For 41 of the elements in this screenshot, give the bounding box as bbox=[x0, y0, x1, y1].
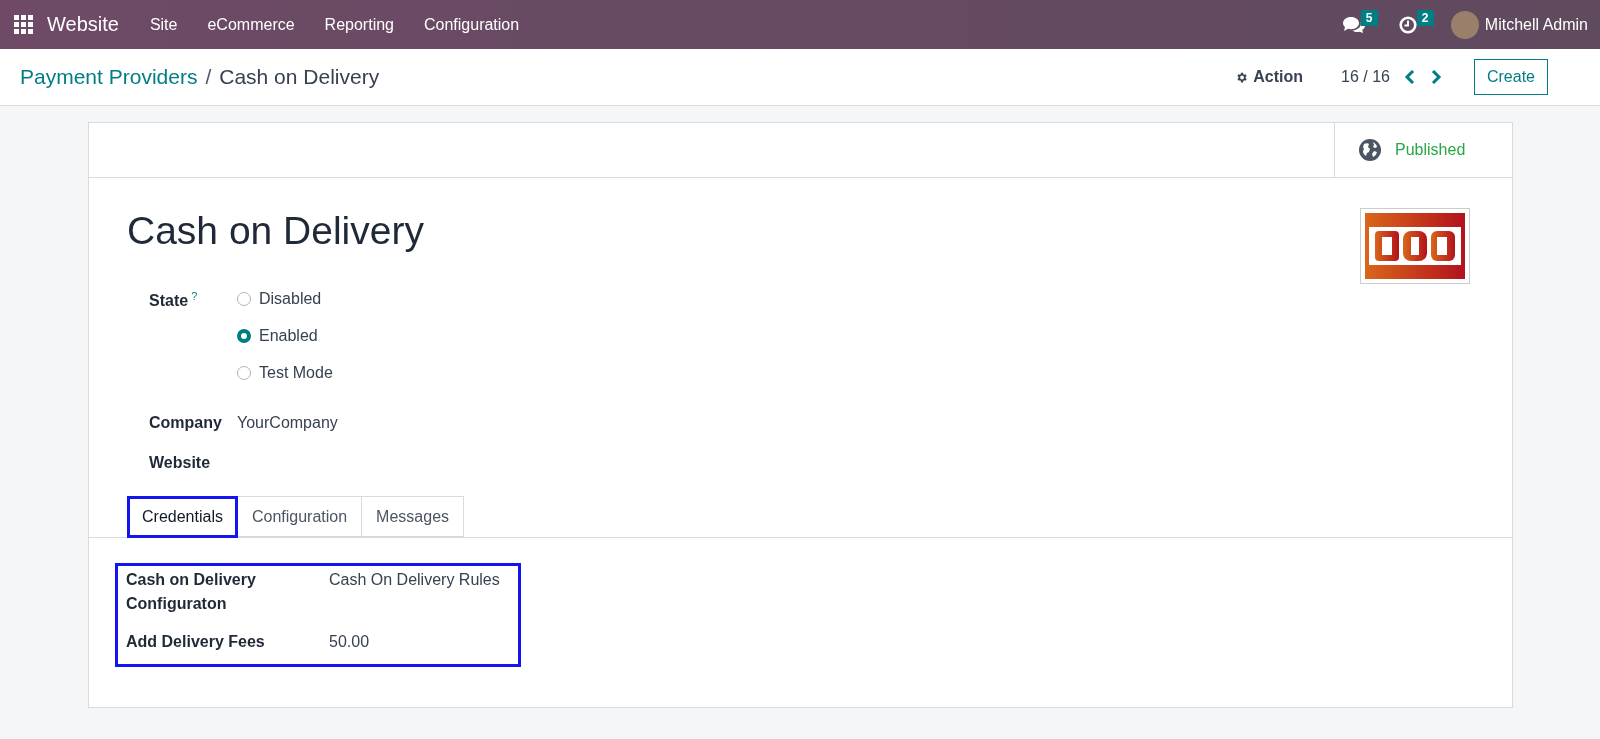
breadcrumb-current: Cash on Delivery bbox=[219, 65, 380, 89]
breadcrumb-link[interactable]: Payment Providers bbox=[20, 65, 198, 89]
radio-option[interactable]: Test Mode bbox=[237, 364, 1512, 382]
pager-value[interactable]: 16 / 16 bbox=[1341, 68, 1390, 86]
radio-option[interactable]: Disabled bbox=[237, 290, 1512, 308]
radio-button[interactable] bbox=[237, 292, 251, 306]
field-label: Website bbox=[149, 454, 212, 472]
tab[interactable]: Messages bbox=[362, 496, 465, 537]
menu-item[interactable]: eCommerce bbox=[207, 15, 295, 34]
field-label: State bbox=[149, 292, 189, 310]
apps-menu-icon[interactable] bbox=[14, 15, 33, 34]
field-value[interactable]: YourCompany bbox=[237, 414, 1512, 432]
app-name[interactable]: Website bbox=[47, 13, 119, 36]
menu-item[interactable]: Reporting bbox=[324, 15, 394, 34]
gear-icon bbox=[1235, 70, 1249, 84]
tab[interactable]: Credentials bbox=[127, 496, 238, 538]
chat-icon[interactable] bbox=[1342, 15, 1365, 34]
action-button[interactable]: Action bbox=[1235, 68, 1304, 86]
globe-icon bbox=[1359, 139, 1381, 161]
clock-icon[interactable] bbox=[1398, 15, 1417, 34]
user-name[interactable]: Mitchell Admin bbox=[1484, 15, 1588, 34]
radio-button[interactable] bbox=[237, 366, 251, 380]
help-tooltip-mark[interactable]: ? bbox=[191, 290, 198, 302]
menu-item[interactable]: Configuration bbox=[424, 15, 520, 34]
breadcrumb-separator: / bbox=[205, 65, 212, 89]
field-label: Add Delivery Fees bbox=[126, 632, 266, 652]
logo-image[interactable] bbox=[1360, 208, 1470, 284]
field-value[interactable]: Cash On Delivery Rules bbox=[329, 568, 510, 616]
activity-count-badge: 2 bbox=[1416, 9, 1434, 26]
field-label: Cash on Delivery Configuraton bbox=[126, 570, 257, 614]
tab[interactable]: Configuration bbox=[237, 496, 363, 537]
field-value[interactable]: 50.00 bbox=[329, 630, 510, 654]
previous-icon[interactable] bbox=[1403, 70, 1416, 84]
radio-button[interactable] bbox=[237, 329, 251, 343]
create-button[interactable]: Create bbox=[1473, 59, 1548, 95]
radio-option[interactable]: Enabled bbox=[237, 327, 1512, 345]
field-label: Company bbox=[149, 414, 223, 432]
record-title: Cash on Delivery bbox=[127, 208, 424, 254]
menu-item[interactable]: Site bbox=[149, 15, 178, 34]
next-icon[interactable] bbox=[1429, 70, 1442, 84]
message-count-badge: 5 bbox=[1360, 9, 1378, 26]
